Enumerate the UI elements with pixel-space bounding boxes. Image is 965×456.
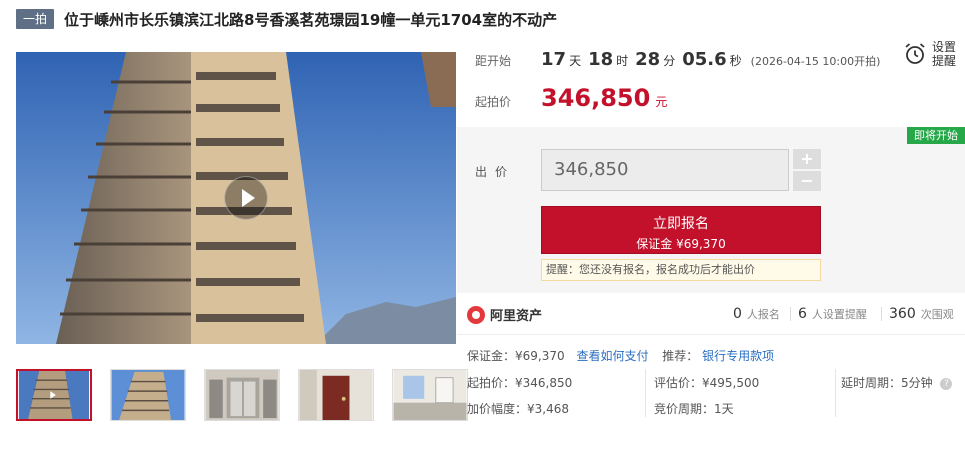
reminder-count-value: 6: [798, 306, 807, 322]
detail-bid-period: 竞价周期：1天: [654, 402, 734, 416]
countdown-days-unit: 天: [569, 54, 582, 68]
thumbnail-elevator-lobby[interactable]: [204, 369, 280, 421]
countdown-label: 距开始: [475, 54, 512, 68]
set-reminder-label: 设置提醒: [932, 40, 957, 68]
alarm-clock-icon: [905, 43, 925, 64]
status-badge: 即将开始: [907, 127, 965, 144]
divider: [645, 369, 646, 417]
thumbnail-building-exterior-2[interactable]: [110, 369, 186, 421]
thumbnail-interior-room[interactable]: [392, 369, 468, 421]
signup-button-label: 立即报名: [653, 216, 709, 232]
recommend-label: 推荐：: [662, 349, 699, 363]
reminder-count: 6 人设置提醒: [798, 306, 867, 322]
view-count-value: 360: [889, 306, 916, 322]
how-to-pay-link[interactable]: 查看如何支付: [576, 349, 648, 363]
countdown-seconds-unit: 秒: [729, 54, 742, 68]
deposit-row: 保证金：¥69,370 查看如何支付 推荐： 银行专用款项: [467, 347, 774, 364]
signup-tip: 提醒：您还没有报名，报名成功后才能出价: [541, 259, 821, 281]
countdown: 距开始 17 天 18 时 28 分 05.6 秒 (2026-04-15 10…: [475, 49, 880, 70]
thumbnail-strip: [16, 369, 486, 421]
auction-info: 距开始 17 天 18 时 28 分 05.6 秒 (2026-04-15 10…: [457, 32, 965, 127]
countdown-minutes: 28: [635, 49, 661, 70]
bank-payment-link[interactable]: 银行专用款项: [702, 349, 774, 363]
countdown-minutes-unit: 分: [663, 54, 676, 68]
detail-delay-text: 延时周期：5分钟: [841, 376, 933, 390]
view-count: 360 次围观: [889, 306, 954, 322]
signup-count-label: 人报名: [746, 308, 780, 321]
divider: [881, 307, 882, 321]
ali-assets-logo-icon: [467, 305, 485, 324]
main-photo[interactable]: [16, 52, 456, 344]
divider: [790, 307, 791, 321]
thumbnail-building-exterior[interactable]: [16, 369, 92, 421]
title-row: 一拍 位于嵊州市长乐镇滨江北路8号香溪茗苑璟园19幢一单元1704室的不动产: [16, 8, 557, 30]
bid-label: 出价: [475, 165, 516, 179]
set-reminder-button[interactable]: 设置提醒: [903, 40, 960, 68]
bid-amount-input[interactable]: 346,850: [541, 149, 789, 191]
start-price-unit: 元: [655, 95, 668, 109]
signup-deposit-label: 保证金 ¥69,370: [636, 237, 726, 251]
stats-row: 阿里资产 0 人报名 6 人设置提醒 360 次围观: [457, 293, 965, 335]
detail-increment: 加价幅度：¥3,468: [467, 402, 569, 416]
signup-count-value: 0: [733, 306, 742, 322]
start-price-row: 起拍价 346,850 元: [475, 84, 667, 112]
countdown-days: 17: [541, 49, 567, 70]
detail-start-price: 起拍价：¥346,850: [467, 376, 573, 390]
reminder-count-label: 人设置提醒: [811, 308, 867, 321]
countdown-seconds: 05.6: [682, 49, 727, 70]
view-count-label: 次围观: [920, 308, 954, 321]
bid-stepper: + −: [793, 149, 821, 193]
detail-delay: 延时周期：5分钟 ?: [841, 374, 953, 391]
play-icon[interactable]: [224, 176, 268, 220]
page-title: 位于嵊州市长乐镇滨江北路8号香溪茗苑璟园19幢一单元1704室的不动产: [64, 10, 558, 29]
auction-round-badge: 一拍: [16, 9, 55, 29]
deposit-text: 保证金：¥69,370: [467, 349, 565, 363]
detail-appraisal: 评估价：¥495,500: [654, 376, 760, 390]
brand-name: 阿里资产: [490, 309, 543, 324]
increase-bid-button[interactable]: +: [793, 149, 821, 169]
thumbnail-apartment-door[interactable]: [298, 369, 374, 421]
countdown-hours-unit: 时: [616, 54, 629, 68]
divider: [835, 369, 836, 417]
start-time-note: (2026-04-15 10:00开拍): [750, 55, 881, 68]
ali-assets-logo[interactable]: 阿里资产: [467, 305, 542, 324]
bid-panel: 即将开始 出价 346,850 + − 立即报名 保证金 ¥69,370 提醒：…: [457, 127, 965, 293]
start-price-value: 346,850: [541, 84, 651, 112]
countdown-hours: 18: [588, 49, 614, 70]
decrease-bid-button[interactable]: −: [793, 171, 821, 191]
start-price-label: 起拍价: [475, 95, 512, 109]
help-icon[interactable]: ?: [940, 377, 953, 390]
signup-button[interactable]: 立即报名 保证金 ¥69,370: [541, 206, 821, 254]
signup-count: 0 人报名: [733, 306, 780, 322]
